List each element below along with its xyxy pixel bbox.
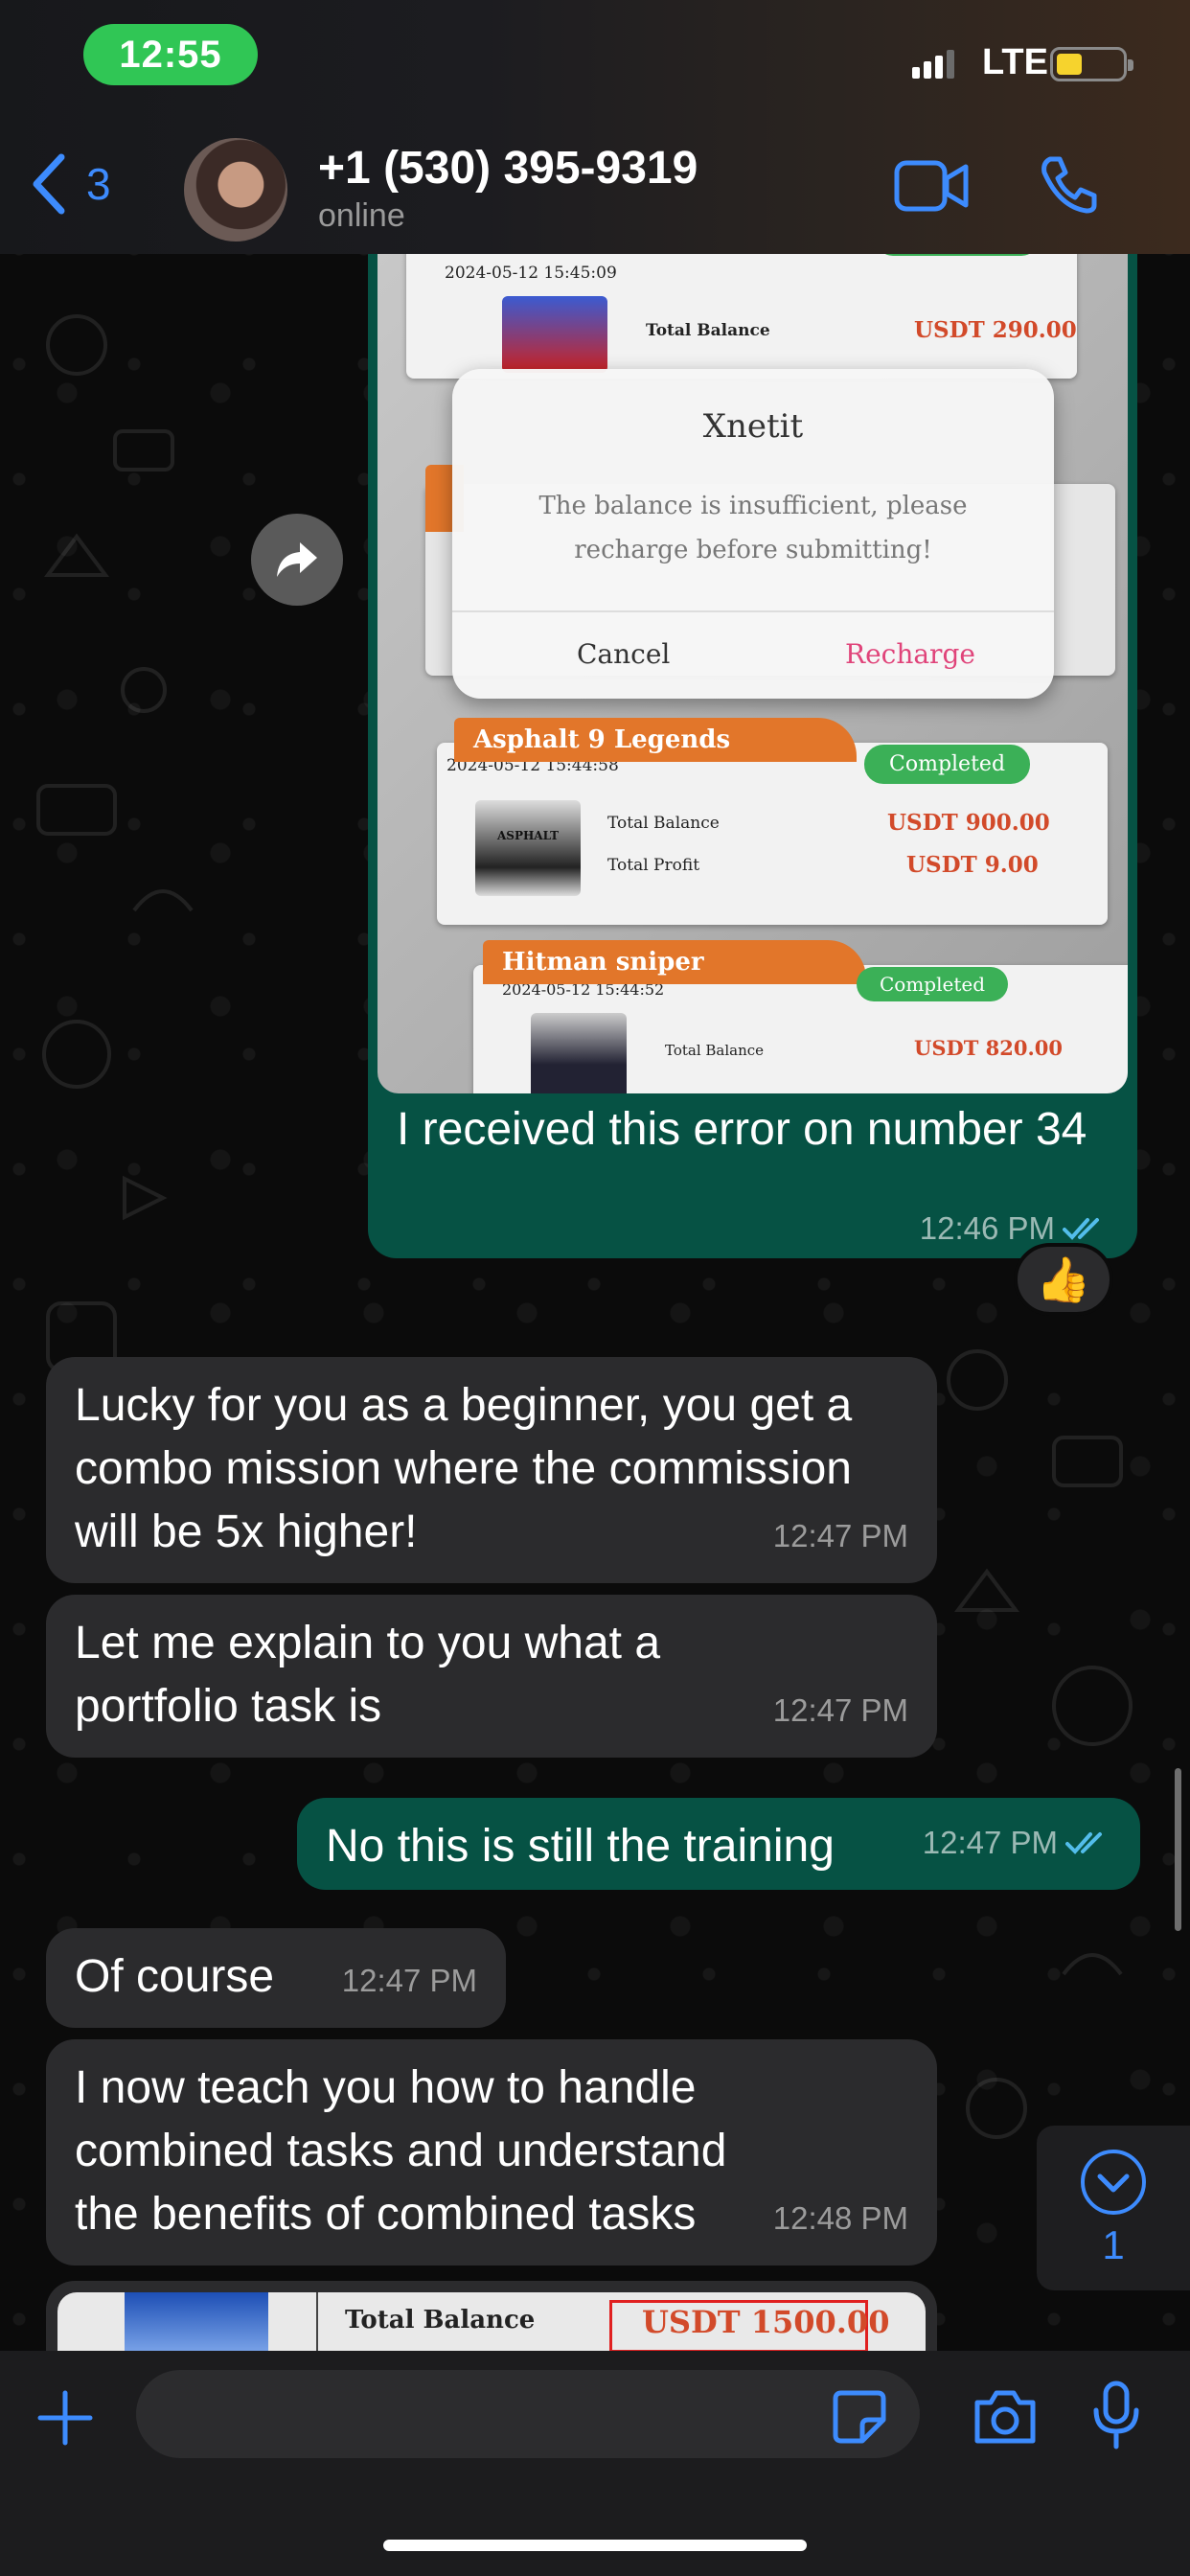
image-balance-value: USDT 1500.00 bbox=[642, 2304, 890, 2340]
chevron-left-icon bbox=[33, 153, 65, 215]
scrollbar[interactable] bbox=[1175, 1768, 1181, 1931]
game-thumbnail bbox=[531, 1013, 627, 1093]
message-input[interactable] bbox=[136, 2370, 920, 2458]
sticker-icon[interactable] bbox=[832, 2389, 887, 2445]
message-meta: 12:46 PM bbox=[920, 1210, 1109, 1247]
card-title: Asphalt 9 Legends bbox=[454, 718, 857, 762]
message-time: 12:47 PM bbox=[922, 1825, 1058, 1860]
dialog-title: Xnetit bbox=[702, 407, 804, 446]
message-meta: 12:47 PM bbox=[923, 1811, 1111, 1874]
message-time: 12:47 PM bbox=[772, 1692, 908, 1728]
read-receipt-icon bbox=[1065, 1832, 1102, 1854]
message-text: I received this error on number 34 bbox=[397, 1104, 1087, 1155]
message-time: 12:47 PM bbox=[772, 1518, 908, 1553]
dialog-cancel-button: Cancel bbox=[577, 638, 671, 670]
read-receipt-icon bbox=[1063, 1218, 1099, 1240]
card-balance-value: USDT 820.00 bbox=[914, 1036, 1063, 1060]
dialog-recharge-button: Recharge bbox=[845, 638, 975, 670]
back-button[interactable]: 3 bbox=[29, 153, 111, 215]
incoming-message[interactable]: I now teach you how to handle combined t… bbox=[46, 2039, 937, 2266]
microphone-icon[interactable] bbox=[1092, 2380, 1140, 2450]
incoming-image-partial[interactable]: Total Balance USDT 1500.00 bbox=[46, 2281, 937, 2353]
camera-icon[interactable] bbox=[972, 2387, 1039, 2447]
outgoing-message[interactable]: No this is still the training 12:47 PM bbox=[297, 1798, 1140, 1890]
signal-strength-icon bbox=[912, 50, 954, 79]
video-call-icon[interactable] bbox=[893, 157, 970, 215]
plus-icon[interactable] bbox=[36, 2389, 94, 2447]
image-balance-label: Total Balance bbox=[345, 2306, 536, 2334]
network-type: LTE bbox=[982, 42, 1048, 82]
card-title: Hitman sniper bbox=[483, 940, 866, 984]
home-indicator[interactable] bbox=[383, 2540, 807, 2551]
game-thumbnail bbox=[125, 2292, 268, 2353]
forward-arrow-icon bbox=[277, 542, 317, 577]
card-date: 2024-05-12 15:45:09 bbox=[445, 264, 617, 283]
message-time: 12:48 PM bbox=[772, 2200, 908, 2236]
message-input-bar bbox=[0, 2351, 1190, 2576]
card-status-badge: Completed bbox=[864, 745, 1031, 784]
card-balance-label: Total Balance bbox=[607, 814, 720, 833]
dialog-message: The balance is insufficient, please rech… bbox=[538, 492, 968, 564]
card-status-badge: Completed bbox=[857, 967, 1009, 1001]
game-logo-text: ASPHALT bbox=[496, 829, 560, 842]
unread-count: 1 bbox=[1102, 2222, 1125, 2267]
card-profit-label: Total Profit bbox=[607, 856, 700, 875]
card-balance-label: Total Balance bbox=[665, 1042, 765, 1059]
scroll-to-bottom-button[interactable]: 1 bbox=[1037, 2126, 1190, 2290]
card-balance-value: USDT 290.00 bbox=[914, 317, 1077, 343]
phone-icon[interactable] bbox=[1037, 153, 1100, 217]
card-profit-value: USDT 9.00 bbox=[906, 852, 1039, 878]
task-card: 2024-05-12 15:44:52 Total Balance USDT 8… bbox=[473, 965, 1128, 1093]
chevron-down-circle-icon bbox=[1081, 2150, 1146, 2215]
outgoing-message-image: 2024-05-12 15:45:09 Total Balance USDT 2… bbox=[368, 244, 1137, 1258]
unread-chats-count: 3 bbox=[86, 159, 111, 209]
message-time: 12:47 PM bbox=[341, 1963, 477, 1998]
battery-icon bbox=[1050, 47, 1133, 81]
card-balance-label: Total Balance bbox=[646, 321, 770, 340]
shared-screenshot-image[interactable]: 2024-05-12 15:45:09 Total Balance USDT 2… bbox=[378, 244, 1128, 1093]
forward-button[interactable] bbox=[251, 514, 343, 606]
incoming-message[interactable]: Let me explain to you what a portfolio t… bbox=[46, 1595, 937, 1758]
contact-avatar[interactable] bbox=[184, 138, 287, 242]
game-thumbnail bbox=[502, 296, 607, 373]
card-balance-value: USDT 900.00 bbox=[887, 810, 1050, 836]
insufficient-balance-dialog: Xnetit The balance is insufficient, plea… bbox=[452, 369, 1054, 699]
task-card: 2024-05-12 15:45:09 Total Balance USDT 2… bbox=[406, 244, 1077, 379]
chat-header: 12:55 LTE 3 +1 (530) 395-9319 online bbox=[0, 0, 1190, 254]
incoming-message[interactable]: Of course 12:47 PM bbox=[46, 1928, 506, 2028]
incoming-message[interactable]: Lucky for you as a beginner, you get a c… bbox=[46, 1357, 937, 1583]
contact-name[interactable]: +1 (530) 395-9319 bbox=[318, 142, 698, 195]
contact-status: online bbox=[318, 197, 405, 234]
game-thumbnail: ASPHALT bbox=[475, 800, 581, 896]
message-reaction[interactable]: 👍 bbox=[1014, 1243, 1113, 1316]
message-time: 12:46 PM bbox=[919, 1210, 1055, 1246]
status-time: 12:55 bbox=[83, 24, 258, 85]
